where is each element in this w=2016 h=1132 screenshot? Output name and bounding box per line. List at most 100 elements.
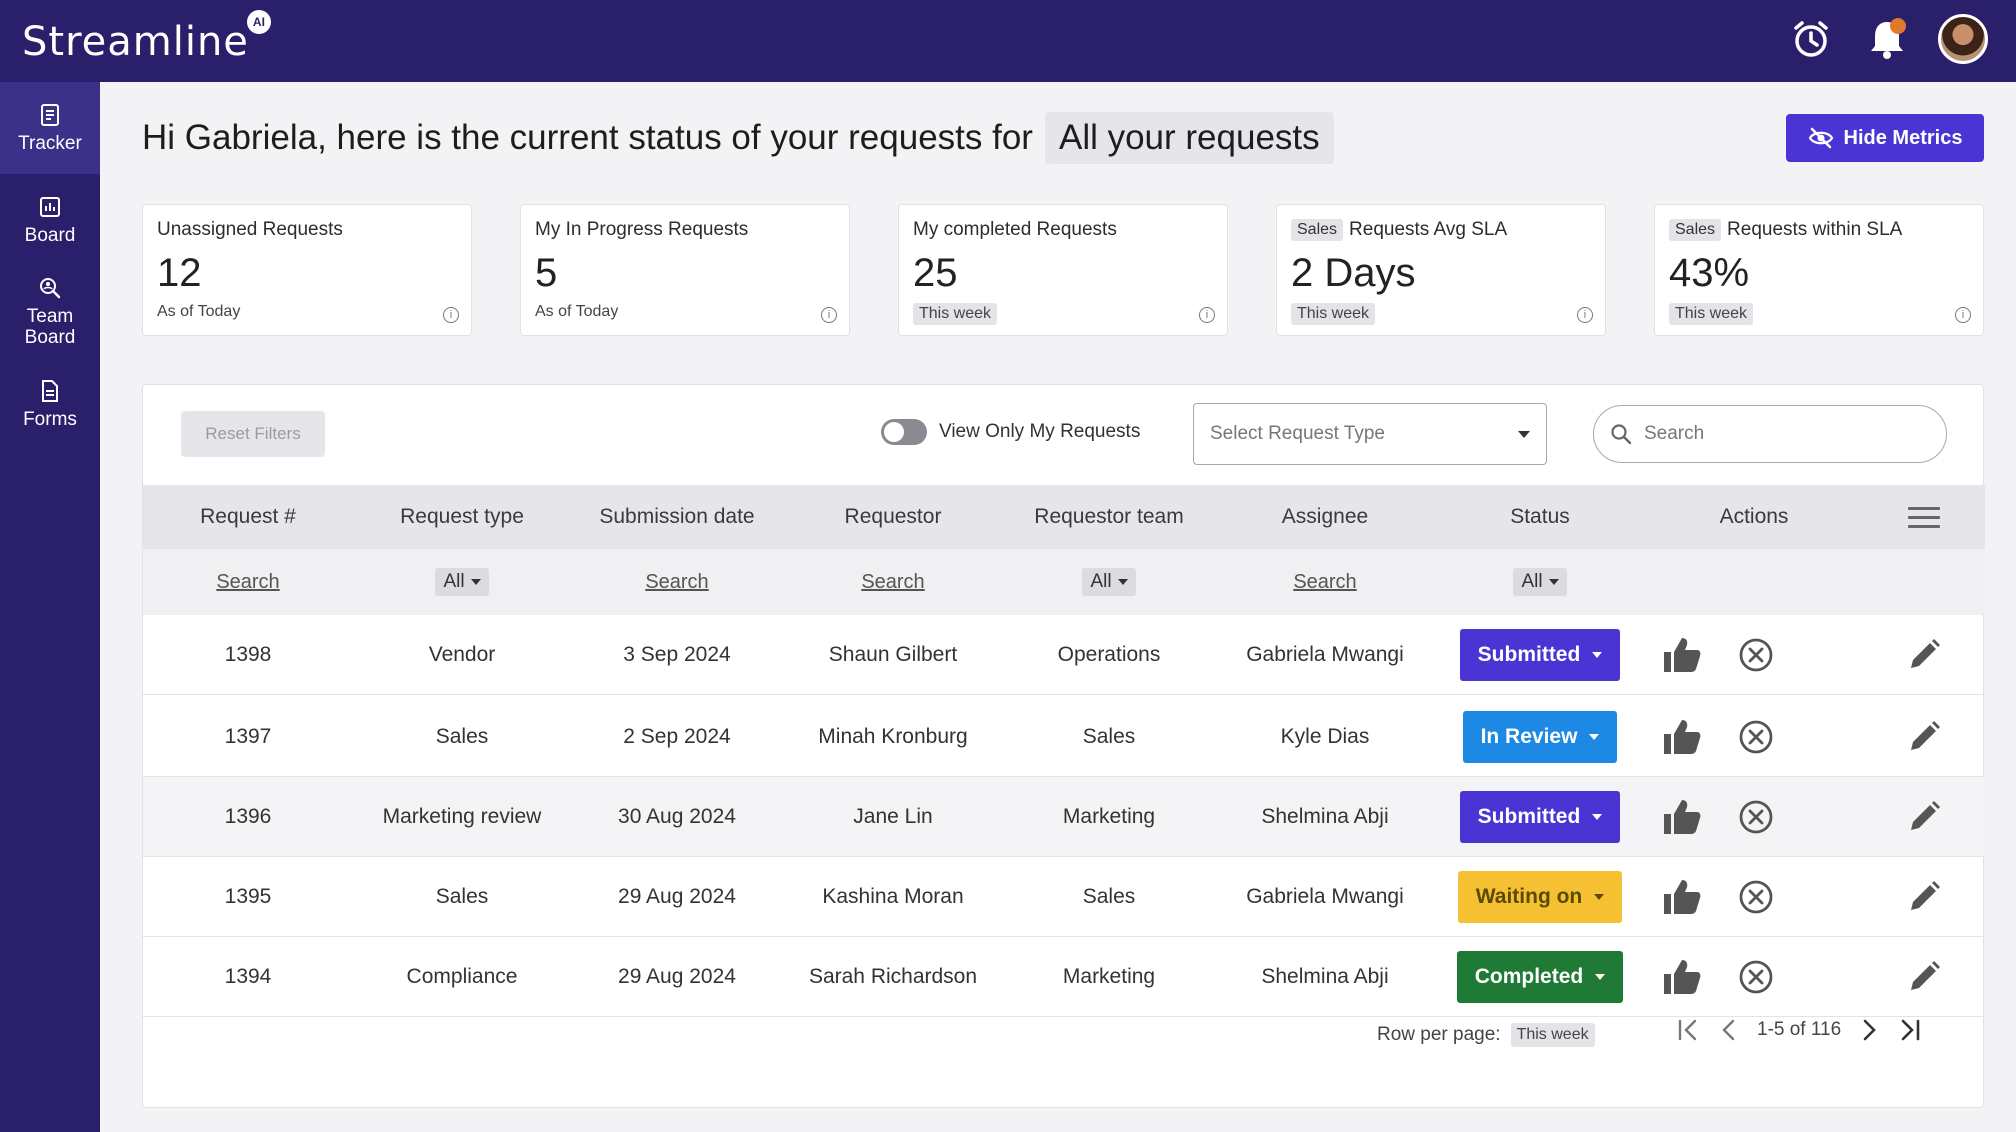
cell-request-type: Sales: [435, 884, 489, 908]
chevron-down-icon: [1592, 651, 1603, 658]
filter-status[interactable]: All: [1513, 568, 1567, 596]
sidebar-item-team-board[interactable]: Team Board: [0, 266, 100, 358]
chevron-down-icon: [1594, 893, 1605, 900]
filter-value: All: [1090, 571, 1112, 592]
toggle-label: View Only My Requests: [939, 421, 1141, 442]
request-type-placeholder: Select Request Type: [1210, 423, 1385, 444]
notification-bell-icon[interactable]: [1862, 14, 1912, 64]
cell-requestor: Kashina Moran: [822, 884, 964, 908]
edit-icon[interactable]: [1863, 697, 1985, 776]
chevron-down-icon: [1595, 973, 1606, 980]
cell-submission-date: 3 Sep 2024: [623, 642, 731, 666]
view-only-my-requests-toggle[interactable]: [881, 419, 927, 445]
table-row[interactable]: 1395 Sales 29 Aug 2024 Kashina Moran Sal…: [143, 857, 1985, 937]
request-type-select[interactable]: Select Request Type: [1193, 403, 1547, 465]
approve-icon[interactable]: [1645, 857, 1719, 936]
search-input[interactable]: Search: [1593, 405, 1947, 463]
filter-submission-date[interactable]: Search: [645, 571, 708, 594]
hide-metrics-button[interactable]: Hide Metrics: [1786, 114, 1984, 162]
table-row[interactable]: 1397 Sales 2 Sep 2024 Minah Kronburg Sal…: [143, 697, 1985, 777]
hide-metrics-label: Hide Metrics: [1843, 126, 1963, 149]
header-submission-date[interactable]: Submission date: [571, 485, 783, 549]
status-dropdown[interactable]: In Review: [1462, 710, 1618, 763]
filter-value: All: [443, 571, 465, 592]
cell-request-no: 1395: [224, 884, 272, 908]
edit-icon[interactable]: [1863, 615, 1985, 694]
header-status[interactable]: Status: [1435, 485, 1645, 549]
approve-icon[interactable]: [1645, 937, 1719, 1016]
reject-icon[interactable]: [1719, 777, 1793, 856]
approve-icon[interactable]: [1645, 615, 1719, 694]
cell-request-type: Marketing review: [382, 804, 542, 828]
alarm-clock-icon[interactable]: [1786, 14, 1836, 64]
info-icon[interactable]: i: [443, 307, 459, 323]
sidebar-item-forms[interactable]: Forms: [0, 358, 100, 450]
metric-title: My In Progress Requests: [535, 219, 749, 240]
team-board-icon: [40, 278, 61, 299]
header-assignee[interactable]: Assignee: [1215, 485, 1435, 549]
app-logo[interactable]: Streamline AI: [22, 10, 271, 72]
status-dropdown[interactable]: Submitted: [1459, 628, 1621, 681]
header-requestor[interactable]: Requestor: [783, 485, 1003, 549]
cell-submission-date: 29 Aug 2024: [618, 884, 736, 908]
info-icon[interactable]: i: [821, 307, 837, 323]
table-row[interactable]: 1398 Vendor 3 Sep 2024 Shaun Gilbert Ope…: [143, 615, 1985, 695]
filter-assignee[interactable]: Search: [1293, 571, 1356, 594]
cell-request-no: 1396: [224, 804, 272, 828]
reject-icon[interactable]: [1719, 857, 1793, 936]
filter-value: All: [1521, 571, 1543, 592]
info-icon[interactable]: i: [1577, 307, 1593, 323]
first-page-icon[interactable]: [1675, 1017, 1701, 1043]
header-request-no[interactable]: Request #: [143, 485, 353, 549]
next-page-icon[interactable]: [1859, 1017, 1879, 1043]
rows-per-page-select[interactable]: This week: [1510, 1023, 1595, 1047]
header-request-type[interactable]: Request type: [353, 485, 571, 549]
sidebar-item-label: Board: [24, 224, 76, 246]
reject-icon[interactable]: [1719, 937, 1793, 1016]
sidebar: Tracker Board Team Board Forms: [0, 82, 100, 1132]
filter-request-type[interactable]: All: [435, 568, 489, 596]
reject-icon[interactable]: [1719, 697, 1793, 776]
info-icon[interactable]: i: [1955, 307, 1971, 323]
metric-title-row: Sales Requests Avg SLA: [1291, 219, 1591, 241]
filter-requestor[interactable]: Search: [861, 571, 924, 594]
header-requestor-team[interactable]: Requestor team: [1003, 485, 1215, 549]
column-menu-icon[interactable]: [1863, 485, 1985, 549]
status-label: Submitted: [1477, 804, 1581, 828]
request-scope-selector[interactable]: All your requests: [1044, 112, 1334, 164]
approve-icon[interactable]: [1645, 777, 1719, 856]
metric-title: My completed Requests: [913, 219, 1117, 240]
status-dropdown[interactable]: Waiting on: [1457, 870, 1623, 923]
metric-value: 25: [913, 251, 958, 295]
status-dropdown[interactable]: Completed: [1456, 950, 1624, 1003]
reset-filters-button[interactable]: Reset Filters: [181, 411, 325, 457]
filter-request-no[interactable]: Search: [216, 571, 279, 594]
last-page-icon[interactable]: [1897, 1017, 1923, 1043]
search-icon: [1611, 424, 1632, 445]
table-row[interactable]: 1396 Marketing review 30 Aug 2024 Jane L…: [143, 777, 1985, 857]
info-icon[interactable]: i: [1199, 307, 1215, 323]
metric-period: As of Today: [535, 303, 619, 320]
sidebar-item-label: Forms: [23, 408, 77, 430]
previous-page-icon[interactable]: [1719, 1017, 1739, 1043]
edit-icon[interactable]: [1863, 937, 1985, 1016]
status-dropdown[interactable]: Submitted: [1459, 790, 1621, 843]
metric-title-row: My completed Requests: [913, 219, 1213, 241]
edit-icon[interactable]: [1863, 777, 1985, 856]
metric-period: This week: [913, 303, 998, 325]
edit-icon[interactable]: [1863, 857, 1985, 936]
column-filters: Search All Search Search All Search All: [143, 549, 1985, 615]
top-icons: [1786, 14, 1988, 64]
filter-requestor-team[interactable]: All: [1082, 568, 1136, 596]
metric-card-within-sla: Sales Requests within SLA 43% This week …: [1654, 204, 1984, 336]
metric-card-unassigned: Unassigned Requests 12 As of Today i: [142, 204, 472, 336]
cell-request-no: 1398: [224, 642, 272, 666]
approve-icon[interactable]: [1645, 697, 1719, 776]
reject-icon[interactable]: [1719, 615, 1793, 694]
rows-per-page-label: Row per page:: [1377, 1024, 1501, 1045]
sidebar-item-board[interactable]: Board: [0, 174, 100, 266]
sidebar-item-tracker[interactable]: Tracker: [0, 82, 100, 174]
cell-requestor: Minah Kronburg: [818, 724, 968, 748]
user-avatar[interactable]: [1938, 14, 1988, 64]
table-row[interactable]: 1394 Compliance 29 Aug 2024 Sarah Richar…: [143, 937, 1985, 1017]
